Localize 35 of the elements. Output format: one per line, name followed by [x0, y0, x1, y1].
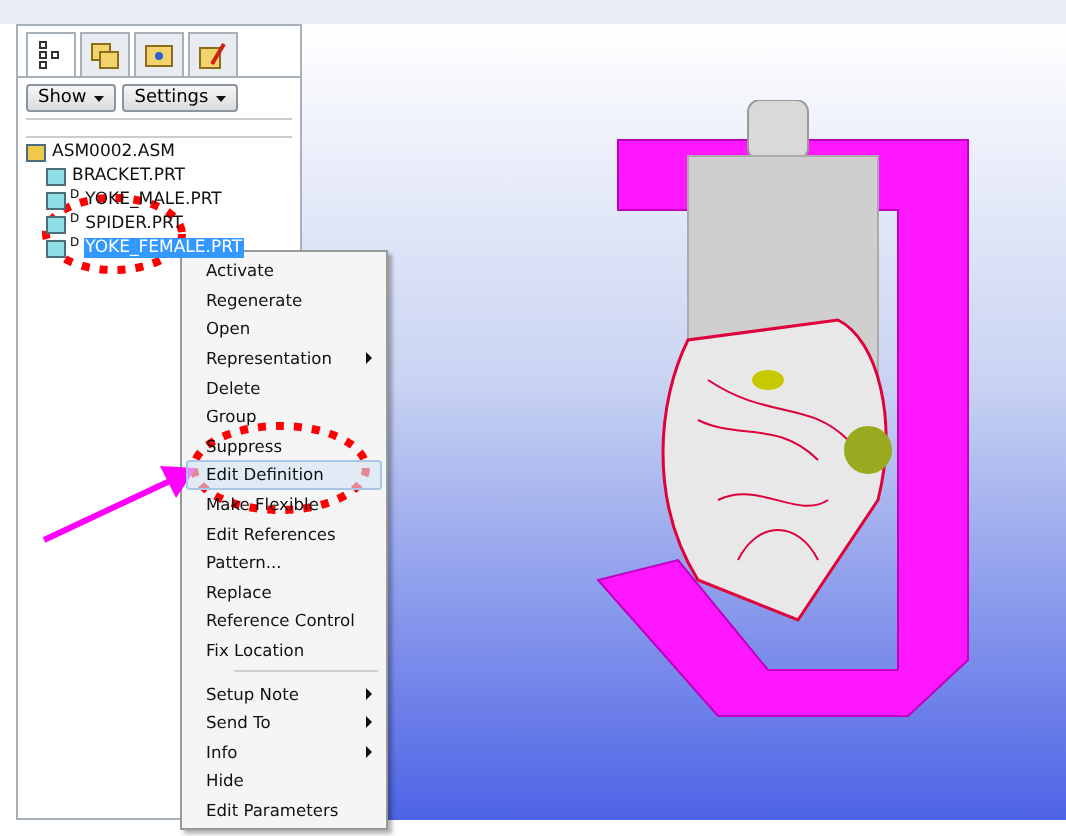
assembly-icon [26, 143, 46, 161]
dropdown-button[interactable]: Show [26, 84, 117, 112]
menu-item[interactable]: Representation [186, 343, 382, 373]
menu-item[interactable]: Activate [186, 256, 382, 286]
submenu-arrow-icon [366, 716, 372, 729]
menu-item[interactable]: Delete [186, 372, 382, 402]
submenu-arrow-icon [366, 352, 372, 365]
menu-item[interactable]: Suppress [186, 431, 382, 461]
filter-field[interactable] [26, 118, 292, 138]
menu-item[interactable]: Pattern... [186, 547, 382, 578]
caret-icon [94, 95, 105, 101]
menu-item[interactable]: Replace [186, 577, 382, 607]
tree-item[interactable]: SPIDER.PRT [83, 214, 185, 234]
caret-icon [216, 95, 227, 101]
folder-icon [198, 40, 228, 70]
submenu-arrow-icon [366, 687, 372, 700]
dropdown-button[interactable]: Settings [122, 84, 239, 112]
tree-item[interactable]: ASM0002.ASM [50, 142, 177, 162]
menu-item[interactable]: Hide [186, 766, 382, 796]
menu-item[interactable]: Regenerate [186, 285, 382, 315]
menu-item[interactable]: Open [186, 314, 382, 344]
menu-item[interactable]: Edit Parameters [186, 795, 382, 825]
menu-item[interactable]: Send To [186, 707, 382, 737]
panel-tab[interactable] [26, 32, 76, 76]
submenu-arrow-icon [366, 745, 372, 758]
menu-item[interactable]: Fix Location [186, 635, 382, 665]
tree-item[interactable]: BRACKET.PRT [70, 166, 187, 186]
menu-item[interactable]: Info [186, 737, 382, 767]
menu-item[interactable]: Group [186, 401, 382, 432]
menu-item[interactable]: Setup Note [186, 678, 382, 708]
folders-icon [90, 40, 120, 70]
folder-icon [144, 40, 174, 70]
menu-item[interactable]: Edit References [186, 518, 382, 548]
menu-item[interactable]: Reference Control [186, 606, 382, 636]
menu-item[interactable]: Edit Definition [186, 460, 382, 490]
